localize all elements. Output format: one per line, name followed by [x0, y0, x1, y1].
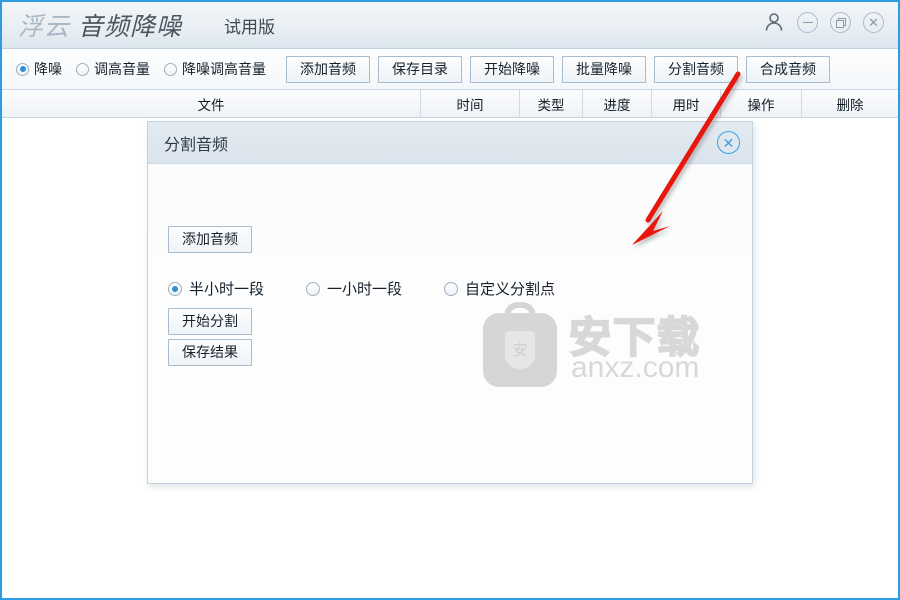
- restore-icon[interactable]: [830, 11, 851, 33]
- main-toolbar: 降噪 调高音量 降噪调高音量 添加音频 保存目录 开始降噪 批量降噪 分割音频 …: [2, 49, 898, 90]
- dialog-body: 添加音频 半小时一段 一小时一段 自定义分割点 开始分割 保存结果 安 安下载 …: [148, 164, 752, 483]
- split-mode-label: 半小时一段: [189, 281, 265, 298]
- toolbar-buttons: 添加音频 保存目录 开始降噪 批量降噪 分割音频 合成音频: [286, 55, 830, 83]
- start-denoise-button[interactable]: 开始降噪: [470, 55, 554, 83]
- radio-dot-icon: [306, 281, 321, 296]
- watermark-brand: 安下载: [568, 313, 702, 361]
- user-icon[interactable]: [763, 11, 785, 33]
- split-mode-radio-group: 半小时一段 一小时一段 自定义分割点: [168, 278, 555, 299]
- mode-label: 调高音量: [94, 61, 150, 77]
- split-mode-custom[interactable]: 自定义分割点: [444, 278, 555, 299]
- radio-dot-icon: [16, 62, 29, 76]
- close-icon[interactable]: ✕: [863, 11, 884, 33]
- batch-denoise-button[interactable]: 批量降噪: [562, 55, 646, 83]
- column-header-operation[interactable]: 操作: [721, 90, 802, 117]
- brand-prefix: 浮云: [18, 14, 71, 41]
- mode-radio-group: 降噪 调高音量 降噪调高音量: [16, 59, 280, 79]
- column-header-file[interactable]: 文件: [2, 90, 421, 117]
- radio-dot-icon: [76, 62, 89, 76]
- radio-dot-icon: [168, 281, 182, 296]
- trial-version-label: 试用版: [224, 17, 276, 37]
- mode-radio-denoise[interactable]: 降噪: [16, 59, 62, 79]
- mode-label: 降噪: [34, 61, 62, 77]
- file-table-header: 文件 时间 类型 进度 用时 操作 删除: [2, 90, 898, 118]
- application-window: 浮云 音频降噪 试用版 ✕ 降噪 调高音量 降噪调高音量 添加音频 保存目录 开…: [0, 0, 900, 600]
- bag-handle: [504, 301, 536, 324]
- column-header-time[interactable]: 时间: [421, 90, 520, 117]
- radio-dot-icon: [444, 281, 459, 296]
- app-logo: 浮云 音频降噪: [18, 7, 182, 43]
- split-mode-label: 自定义分割点: [465, 281, 556, 298]
- split-audio-dialog: 分割音频 ✕ 添加音频 半小时一段 一小时一段 自定义分割点 开始分割 保存结果…: [147, 121, 753, 484]
- radio-dot-icon: [164, 62, 177, 76]
- split-mode-half-hour[interactable]: 半小时一段: [168, 278, 264, 299]
- column-header-duration[interactable]: 用时: [652, 90, 721, 117]
- mode-radio-denoise-volume[interactable]: 降噪调高音量: [164, 59, 266, 79]
- watermark: 安 安下载 anxz.com: [483, 301, 733, 397]
- column-header-progress[interactable]: 进度: [583, 90, 652, 117]
- mode-radio-volume[interactable]: 调高音量: [76, 59, 150, 79]
- dialog-titlebar: 分割音频 ✕: [148, 122, 752, 164]
- save-result-button[interactable]: 保存结果: [168, 339, 252, 366]
- add-audio-button[interactable]: 添加音频: [286, 55, 370, 83]
- column-header-type[interactable]: 类型: [520, 90, 583, 117]
- close-glyph: ✕: [722, 134, 735, 151]
- mode-label: 降噪调高音量: [182, 61, 266, 77]
- save-directory-button[interactable]: 保存目录: [378, 55, 462, 83]
- split-audio-button[interactable]: 分割音频: [654, 55, 738, 83]
- split-mode-one-hour[interactable]: 一小时一段: [306, 278, 402, 299]
- start-split-button[interactable]: 开始分割: [168, 308, 252, 335]
- watermark-text: 安下载 anxz.com: [568, 313, 702, 384]
- watermark-url: anxz.com: [571, 350, 700, 384]
- dialog-add-audio-button[interactable]: 添加音频: [168, 226, 252, 253]
- split-mode-label: 一小时一段: [327, 281, 403, 298]
- watermark-bag-icon: 安: [483, 301, 557, 387]
- title-bar: 浮云 音频降噪 试用版 ✕: [2, 2, 898, 49]
- window-controls: ✕: [763, 11, 884, 33]
- dialog-title: 分割音频: [164, 136, 229, 154]
- minimize-icon[interactable]: [797, 11, 818, 33]
- dialog-close-icon[interactable]: ✕: [717, 131, 740, 154]
- merge-audio-button[interactable]: 合成音频: [746, 55, 830, 83]
- app-title: 音频降噪: [78, 14, 183, 41]
- shield-icon: 安: [505, 330, 535, 369]
- column-header-delete[interactable]: 删除: [802, 90, 898, 117]
